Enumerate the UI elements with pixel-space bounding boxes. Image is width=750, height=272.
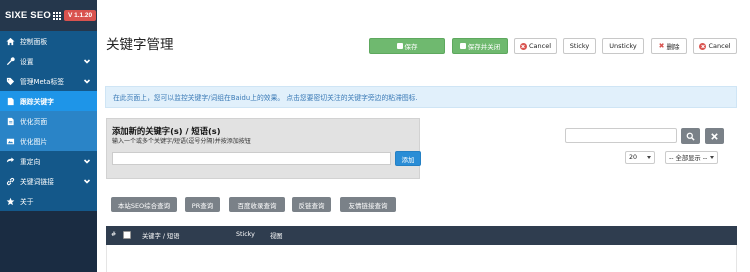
caret-down-icon <box>647 156 651 159</box>
select-all-checkbox[interactable] <box>123 231 131 239</box>
chevron-down-icon <box>83 157 91 165</box>
page-size-select[interactable]: 20 <box>625 151 655 164</box>
add-keyword-input[interactable] <box>112 152 391 165</box>
close-icon <box>711 132 718 140</box>
brand-bar: SIXE SEO V 1.1.20 <box>0 0 97 31</box>
chevron-down-icon <box>83 77 91 85</box>
delete-button[interactable]: ✖ 删除 <box>651 38 687 54</box>
query-button-friend-links[interactable]: 友情链接查询 <box>340 197 396 212</box>
caret-down-icon <box>710 156 714 159</box>
add-keyword-button[interactable]: 添加 <box>395 151 421 166</box>
sidebar-item-label: 跟踪关键字 <box>20 98 54 106</box>
query-button-baidu-index[interactable]: 百度收录查询 <box>229 197 285 212</box>
brand-name: SIXE SEO <box>5 10 51 21</box>
cancel-icon <box>519 42 527 50</box>
search-input[interactable] <box>565 128 677 143</box>
table-header: # 关键字 / 短语 Sticky 视图 <box>106 226 737 245</box>
chevron-down-icon <box>83 177 91 185</box>
sidebar: SIXE SEO V 1.1.20 控制面板 设置 管理Meta标签 跟踪关键字… <box>0 0 97 272</box>
query-button-seo[interactable]: 本站SEO综合查询 <box>111 197 177 212</box>
home-icon <box>5 36 16 47</box>
sidebar-item-label: 关于 <box>20 198 34 206</box>
star-icon <box>5 196 16 207</box>
cancel-icon <box>699 42 707 50</box>
link-icon <box>5 176 16 187</box>
save-icon <box>459 43 466 49</box>
tag-icon <box>5 76 16 87</box>
sidebar-item-redirects[interactable]: 重定向 <box>0 151 97 171</box>
wrench-icon <box>5 56 16 67</box>
column-keyword[interactable]: 关键字 / 短语 <box>142 231 180 240</box>
main-content: 关键字管理 保存 保存并关闭 Cancel Sticky Unsticky ✖ … <box>97 0 750 272</box>
sidebar-item-keyword-links[interactable]: 关键词链接 <box>0 171 97 191</box>
file-icon <box>5 116 16 127</box>
sidebar-item-track-keywords[interactable]: 跟踪关键字 <box>0 91 97 111</box>
table-body <box>106 245 737 272</box>
search-button[interactable] <box>681 128 700 144</box>
save-button[interactable]: 保存 <box>369 38 445 54</box>
add-keyword-panel: 添加新的关键字(s) / 短语(s) 输入一个或多个关键字/短语(逗号分隔)并按… <box>106 118 421 179</box>
sidebar-item-dashboard[interactable]: 控制面板 <box>0 31 97 51</box>
sidebar-item-about[interactable]: 关于 <box>0 191 97 211</box>
sidebar-item-optimize-images[interactable]: 优化图片 <box>0 131 97 151</box>
column-number: # <box>111 231 117 238</box>
column-view: 视图 <box>270 233 283 240</box>
sidebar-item-label: 优化页面 <box>20 118 48 126</box>
sidebar-item-label: 优化图片 <box>20 138 48 146</box>
cancel-button[interactable]: Cancel <box>514 38 557 54</box>
add-keyword-help: 输入一个或多个关键字/短语(逗号分隔)并按添加按钮 <box>112 138 251 145</box>
version-badge: V 1.1.20 <box>63 10 97 21</box>
sidebar-item-optimize-pages[interactable]: 优化页面 <box>0 111 97 131</box>
delete-icon: ✖ <box>658 42 665 50</box>
query-button-pr[interactable]: PR查询 <box>185 197 220 212</box>
sidebar-item-label: 重定向 <box>20 158 41 166</box>
save-and-close-button[interactable]: 保存并关闭 <box>452 38 508 54</box>
chevron-down-icon <box>83 57 91 65</box>
save-icon <box>396 43 403 49</box>
sidebar-item-label: 关键词链接 <box>20 178 54 186</box>
query-button-backlinks[interactable]: 反链查询 <box>292 197 331 212</box>
redirect-icon <box>5 156 16 167</box>
document-icon <box>5 96 16 107</box>
sidebar-item-settings[interactable]: 设置 <box>0 51 97 71</box>
sidebar-item-label: 设置 <box>20 58 34 66</box>
sidebar-item-label: 控制面板 <box>20 38 48 46</box>
search-icon <box>686 132 695 141</box>
brand-logo-icon <box>52 11 61 20</box>
info-text: 在此页面上，您可以监控关键字/词组在Baidu上的效果。 点击您要密切关注的关键… <box>113 94 418 102</box>
unsticky-button[interactable]: Unsticky <box>602 38 644 54</box>
page-title: 关键字管理 <box>106 37 174 53</box>
sticky-button[interactable]: Sticky <box>563 38 596 54</box>
column-sticky[interactable]: Sticky <box>236 231 255 238</box>
sidebar-item-label: 管理Meta标签 <box>20 78 65 86</box>
sidebar-item-meta-tags[interactable]: 管理Meta标签 <box>0 71 97 91</box>
info-bar: 在此页面上，您可以监控关键字/词组在Baidu上的效果。 点击您要密切关注的关键… <box>105 86 737 108</box>
clear-button[interactable] <box>705 128 724 144</box>
display-filter-select[interactable]: -- 全部显示 -- <box>665 151 718 164</box>
cancel-button-secondary[interactable]: Cancel <box>693 38 737 54</box>
image-icon <box>5 136 16 147</box>
